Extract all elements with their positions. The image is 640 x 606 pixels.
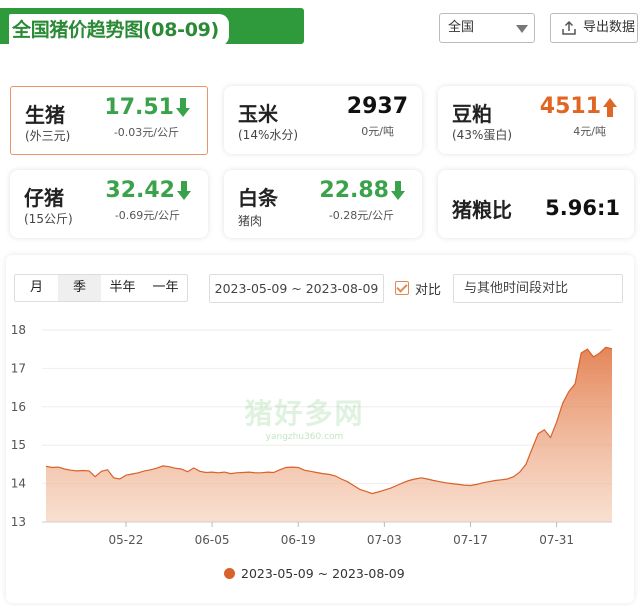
- date-range-picker[interactable]: 2023-05-09 ~ 2023-08-09: [209, 274, 384, 303]
- range-tabs: 月 季 半年 一年: [14, 274, 188, 302]
- y-tick-label: 13: [11, 515, 26, 529]
- y-tick-label: 16: [11, 400, 26, 414]
- export-data-label: 导出数据: [583, 20, 636, 35]
- compare-period-input[interactable]: 与其他时间段对比: [453, 274, 623, 303]
- card-carcass-name: 白条: [238, 186, 278, 210]
- card-corn[interactable]: 玉米 (14%水分) 2937 0元/吨: [224, 86, 422, 154]
- tab-month[interactable]: 月: [15, 275, 58, 301]
- watermark-text: 猪好多网: [244, 397, 365, 430]
- card-ratio-value: 5.96:1: [545, 196, 620, 220]
- x-tick-label: 07-03: [367, 533, 402, 547]
- card-pig-change: -0.03元/公斤: [113, 126, 179, 139]
- card-piglet-sub: (15公斤): [24, 212, 73, 226]
- x-tick-label: 05-22: [109, 533, 144, 547]
- card-carcass[interactable]: 白条 猪肉 22.88 -0.28元/公斤: [224, 170, 422, 238]
- card-corn-price: 2937: [347, 94, 408, 119]
- region-select-value: 全国: [448, 20, 475, 35]
- page-title-text: 全国猪价趋势图(08-09): [12, 19, 219, 41]
- tab-quarter[interactable]: 季: [58, 275, 101, 301]
- card-pig-price-value: 17.51: [104, 95, 174, 120]
- card-piglet-change: -0.69元/公斤: [114, 209, 180, 222]
- watermark-url: yangzhu360.com: [265, 432, 344, 442]
- page-title: 全国猪价趋势图(08-09): [9, 14, 229, 46]
- export-icon: [562, 20, 576, 35]
- tab-year[interactable]: 一年: [144, 275, 187, 301]
- tab-half-year[interactable]: 半年: [101, 275, 144, 301]
- card-ratio[interactable]: 猪粮比 5.96:1: [438, 170, 634, 238]
- card-carcass-price-value: 22.88: [319, 178, 389, 203]
- compare-checkbox[interactable]: [395, 281, 409, 295]
- card-carcass-sub: 猪肉: [238, 214, 263, 228]
- y-tick-label: 15: [11, 438, 26, 452]
- card-carcass-change: -0.28元/公斤: [328, 209, 394, 222]
- legend-label: 2023-05-09 ~ 2023-08-09: [241, 566, 405, 581]
- region-select[interactable]: 全国: [439, 13, 535, 43]
- chart-legend[interactable]: 2023-05-09 ~ 2023-08-09: [224, 566, 405, 581]
- compare-label: 对比: [415, 283, 442, 298]
- card-piglet-name: 仔猪: [24, 186, 64, 210]
- arrow-down-icon: [177, 181, 191, 200]
- legend-marker: [224, 568, 235, 579]
- card-soymeal-change: 4元/吨: [573, 125, 606, 138]
- watermark: 猪好多网 yangzhu360.com: [232, 392, 377, 442]
- card-ratio-value-text: 5.96:1: [545, 196, 620, 220]
- y-tick-label: 17: [11, 361, 26, 375]
- card-piglet-price: 32.42: [105, 178, 192, 203]
- card-piglet-price-value: 32.42: [105, 178, 175, 203]
- card-carcass-price: 22.88: [319, 178, 406, 203]
- card-pig-name: 生猪: [25, 103, 65, 127]
- card-corn-change: 0元/吨: [361, 125, 394, 138]
- card-corn-price-value: 2937: [346, 94, 408, 119]
- arrow-up-icon: [603, 98, 617, 117]
- card-pig-price: 17.51: [104, 95, 191, 120]
- card-pig[interactable]: 生猪 (外三元) 17.51 -0.03元/公斤: [10, 86, 208, 155]
- x-tick-label: 06-05: [195, 533, 230, 547]
- card-soymeal-price: 4511: [540, 94, 618, 119]
- export-data-button[interactable]: 导出数据: [550, 13, 638, 43]
- chevron-down-icon: [516, 25, 528, 33]
- arrow-down-icon: [176, 98, 190, 117]
- x-tick-label: 07-17: [453, 533, 488, 547]
- y-tick-label: 18: [11, 323, 26, 337]
- card-soymeal-name: 豆粕: [452, 102, 492, 126]
- x-tick-label: 07-31: [539, 533, 574, 547]
- x-tick-label: 06-19: [281, 533, 316, 547]
- card-corn-sub: (14%水分): [238, 128, 299, 142]
- header-banner: 全国猪价趋势图(08-09): [0, 8, 304, 46]
- card-soymeal-price-value: 4511: [539, 94, 601, 119]
- card-pig-sub: (外三元): [25, 129, 71, 143]
- card-soymeal-sub: (43%蛋白): [452, 128, 513, 142]
- card-corn-name: 玉米: [238, 102, 278, 126]
- y-tick-label: 14: [11, 477, 26, 491]
- card-piglet[interactable]: 仔猪 (15公斤) 32.42 -0.69元/公斤: [10, 170, 208, 238]
- arrow-down-icon: [391, 181, 405, 200]
- card-ratio-name: 猪粮比: [452, 198, 512, 222]
- card-soymeal[interactable]: 豆粕 (43%蛋白) 4511 4元/吨: [438, 86, 634, 154]
